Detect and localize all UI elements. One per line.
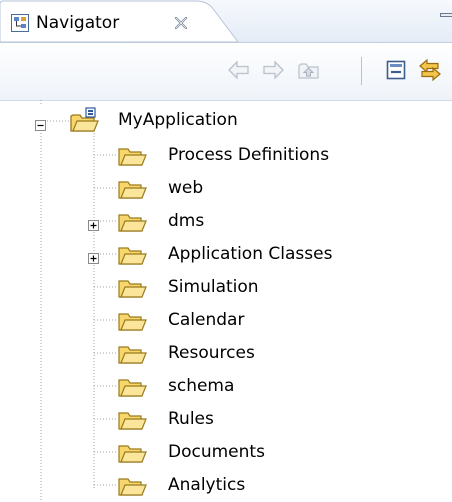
folder-icon [118,177,148,205]
tree-item[interactable]: schema [0,370,452,403]
tree-item-label: MyApplication [118,109,238,131]
folder-icon [118,375,148,403]
tree-item[interactable]: Application Classes [0,238,452,271]
tree-item[interactable]: Simulation [0,271,452,304]
folder-icon [118,243,148,271]
folder-icon [118,342,148,370]
expand-toggle-icon[interactable] [88,249,99,260]
tree-item[interactable]: Calendar [0,304,452,337]
tree-item[interactable]: web [0,172,452,205]
folder-icon [118,276,148,304]
tree-item-label: web [168,177,203,199]
expand-toggle-icon[interactable] [88,216,99,227]
link-editor-icon[interactable] [417,57,443,83]
tab-title: Navigator [36,12,119,34]
close-icon[interactable] [173,15,189,31]
folder-icon [118,309,148,337]
project-folder-icon [70,107,100,137]
tree-item-label: Application Classes [168,243,332,265]
tree-item-label: schema [168,375,234,397]
folder-icon [118,408,148,436]
minimize-icon[interactable] [440,6,452,18]
folder-icon [118,441,148,469]
collapse-toggle-icon[interactable] [35,116,46,127]
tree-item[interactable]: Documents [0,436,452,469]
tree-item-label: Calendar [168,309,244,331]
tree-item[interactable]: Process Definitions [0,139,452,172]
folder-icon [118,210,148,238]
tree-item-label: Resources [168,342,255,364]
tree-item-label: Process Definitions [168,144,329,166]
toolbar-separator [361,57,362,85]
tree-item-label: Documents [168,441,265,463]
tree-item[interactable]: Resources [0,337,452,370]
navigator-view: Navigator [0,0,452,500]
tree-item-label: Rules [168,408,214,430]
tree-item[interactable]: Rules [0,403,452,436]
back-arrow-icon[interactable] [226,57,252,83]
tree-item-label: Analytics [168,474,245,496]
navigator-tree: MyApplication Process Definitions web dm… [0,100,452,500]
tree-root-item[interactable]: MyApplication [0,104,452,137]
view-tab-strip: Navigator [0,0,452,43]
tree-item[interactable]: dms [0,205,452,238]
folder-icon [118,144,148,172]
up-folder-icon[interactable] [296,57,322,83]
collapse-all-icon[interactable] [383,57,409,83]
navigator-icon [11,14,29,32]
folder-icon [118,474,148,502]
tree-item[interactable]: Analytics [0,469,452,502]
view-toolbar [0,43,452,101]
forward-arrow-icon[interactable] [260,57,286,83]
tree-item-label: Simulation [168,276,259,298]
tree-item-label: dms [168,210,204,232]
